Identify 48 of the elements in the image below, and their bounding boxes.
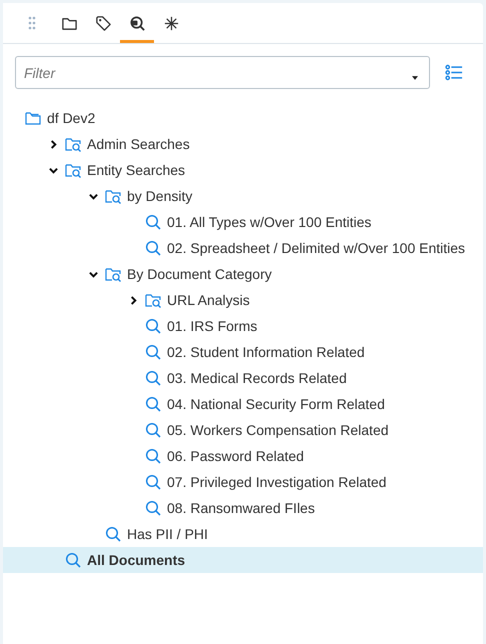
folders-icon xyxy=(25,110,41,126)
tag-icon xyxy=(94,14,112,32)
tree-item[interactable]: 03. Medical Records Related xyxy=(3,365,483,391)
search-icon xyxy=(128,14,146,32)
drag-handle-icon[interactable] xyxy=(28,16,36,30)
tree-item[interactable]: 08. Ransomwared FIles xyxy=(3,495,483,521)
list-view-icon[interactable] xyxy=(445,64,463,81)
tree-item[interactable]: Admin Searches xyxy=(3,131,483,157)
caret-icon xyxy=(412,76,418,80)
search-folder-icon xyxy=(105,188,121,204)
tree-item[interactable]: 01. All Types w/Over 100 Entities xyxy=(3,209,483,235)
search-folder-icon xyxy=(145,292,161,308)
tree-item[interactable]: Entity Searches xyxy=(3,157,483,183)
search-icon xyxy=(65,552,81,568)
tree-item[interactable]: By Document Category xyxy=(3,261,483,287)
filter-field[interactable]: Filter xyxy=(15,56,430,89)
tree-item[interactable]: 01. IRS Forms xyxy=(3,313,483,339)
tree-item[interactable]: 04. National Security Form Related xyxy=(3,391,483,417)
search-folder-icon xyxy=(65,136,81,152)
search-icon xyxy=(145,396,161,412)
search-icon xyxy=(105,526,121,542)
search-icon xyxy=(145,344,161,360)
tree-item[interactable]: 02. Spreadsheet / Delimited w/Over 100 Entities xyxy=(3,235,483,261)
tree-item[interactable]: URL Analysis xyxy=(3,287,483,313)
tree-item[interactable]: 02. Student Information Related xyxy=(3,339,483,365)
search-icon xyxy=(145,474,161,490)
tree-item[interactable]: 07. Privileged Investigation Related xyxy=(3,469,483,495)
chevron-down-icon[interactable] xyxy=(89,270,98,278)
asterisk-icon xyxy=(162,14,180,32)
search-icon xyxy=(145,422,161,438)
search-icon xyxy=(145,370,161,386)
tree-item[interactable]: df Dev2 xyxy=(3,105,483,131)
search-icon xyxy=(145,318,161,334)
tree-item[interactable]: 06. Password Related xyxy=(3,443,483,469)
tree-item[interactable]: All Documents xyxy=(3,547,483,573)
tree-item[interactable]: by Density xyxy=(3,183,483,209)
chevron-right-icon[interactable] xyxy=(129,296,138,304)
search-icon xyxy=(145,448,161,464)
tree-item[interactable]: 05. Workers Compensation Related xyxy=(3,417,483,443)
chevron-down-icon[interactable] xyxy=(89,192,98,200)
search-icon xyxy=(145,214,161,230)
chevron-right-icon[interactable] xyxy=(49,140,58,148)
chevron-down-icon[interactable] xyxy=(49,166,58,174)
search-icon xyxy=(145,500,161,516)
search-folder-icon xyxy=(105,266,121,282)
search-folder-icon xyxy=(65,162,81,178)
tree-item[interactable]: Has PII / PHI xyxy=(3,521,483,547)
search-icon xyxy=(145,240,161,256)
